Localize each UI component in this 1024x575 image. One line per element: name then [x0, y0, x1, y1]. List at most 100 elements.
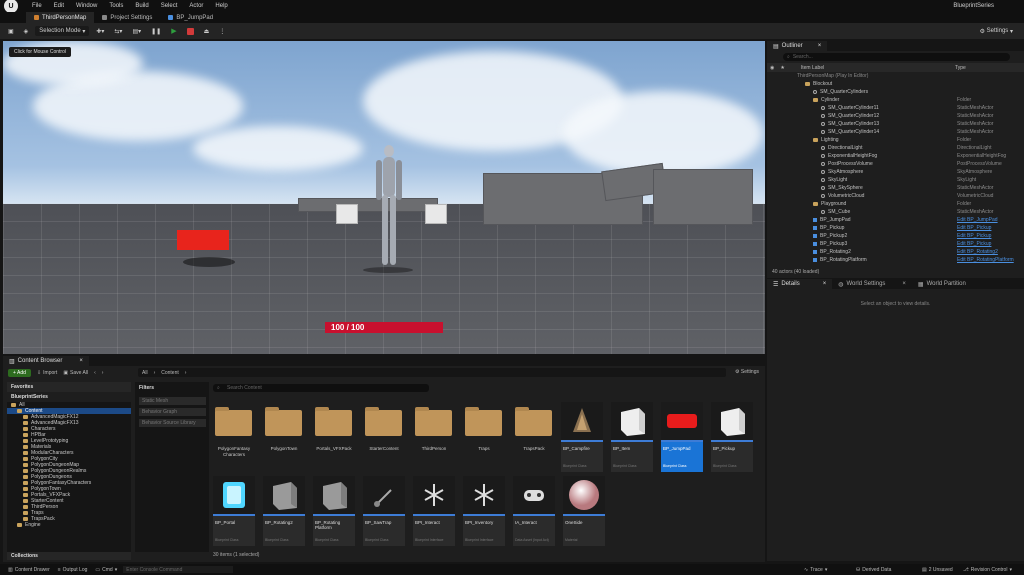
- pause-icon[interactable]: ❚❚: [148, 26, 164, 36]
- asset-tile[interactable]: BP_Rotating Platform Blueprint Class: [313, 476, 355, 546]
- back-icon[interactable]: ‹: [94, 370, 96, 376]
- folder-item[interactable]: TrapsPack: [511, 404, 557, 464]
- asset-tile[interactable]: BP_Portal Blueprint Class: [213, 476, 255, 546]
- outliner-row[interactable]: BP_Pickup Edit BP_Pickup: [767, 224, 1024, 232]
- edit-blueprint-link[interactable]: Edit BP_Pickup: [957, 233, 991, 239]
- menu-file[interactable]: File: [32, 3, 42, 9]
- close-icon[interactable]: ×: [818, 43, 822, 49]
- project-header[interactable]: BlueprintSeries: [7, 392, 131, 402]
- outliner-row[interactable]: BP_JumpPad Edit BP_JumpPad: [767, 216, 1024, 224]
- favorites-header[interactable]: Favorites: [7, 382, 131, 392]
- folder-item[interactable]: Portals_VFXPack: [311, 404, 357, 464]
- asset-tile[interactable]: BPI_Interact Blueprint Interface: [413, 476, 455, 546]
- outliner-row[interactable]: Blockout: [767, 80, 1024, 88]
- mode-icon[interactable]: ◈: [21, 26, 32, 36]
- stop-icon[interactable]: [184, 26, 197, 36]
- cinematics-icon[interactable]: ▤▾: [129, 26, 144, 36]
- more-options-icon[interactable]: ⋮: [216, 26, 228, 36]
- column-type[interactable]: Type: [955, 65, 966, 71]
- outliner-row[interactable]: SM_QuarterCylinder14 StaticMeshActor: [767, 128, 1024, 136]
- menu-help[interactable]: Help: [215, 3, 227, 9]
- asset-tile[interactable]: OneSide Material: [563, 476, 605, 546]
- menu-actor[interactable]: Actor: [189, 3, 203, 9]
- save-all-button[interactable]: ▣ Save All: [63, 370, 88, 376]
- outliner-row[interactable]: SM_QuarterCylinders: [767, 88, 1024, 96]
- edit-blueprint-link[interactable]: Edit BP_JumpPad: [957, 217, 998, 223]
- outliner-row[interactable]: ThirdPersonMap (Play In Editor): [767, 72, 1024, 80]
- tab-project-settings[interactable]: Project Settings: [94, 12, 160, 23]
- eject-icon[interactable]: ⏏: [201, 26, 213, 36]
- outliner-row[interactable]: SM_SkySphere StaticMeshActor: [767, 184, 1024, 192]
- selection-mode-dropdown[interactable]: Selection Mode ▾: [35, 26, 90, 36]
- blueprint-menu-icon[interactable]: ⇆▾: [111, 26, 125, 36]
- menu-window[interactable]: Window: [76, 3, 97, 9]
- menu-select[interactable]: Select: [161, 3, 178, 9]
- breadcrumb-all[interactable]: All: [142, 370, 148, 376]
- outliner-row[interactable]: ExponentialHeightFog ExponentialHeightFog: [767, 152, 1024, 160]
- filter-behavior-source-library[interactable]: Behavior Source Library: [139, 419, 206, 427]
- asset-tile[interactable]: BP_SawTrap Blueprint Class: [363, 476, 405, 546]
- asset-tile[interactable]: BP_JumpPad Blueprint Class: [661, 402, 703, 472]
- import-button[interactable]: ⇩ Import: [37, 370, 57, 376]
- edit-blueprint-link[interactable]: Edit BP_RotatingPlatform: [957, 257, 1014, 263]
- tab-outliner[interactable]: ▤ Outliner ×: [767, 41, 828, 51]
- settings-button[interactable]: ⚙ Settings ▾: [977, 26, 1016, 36]
- menu-tools[interactable]: Tools: [109, 3, 123, 9]
- save-icon[interactable]: ▣: [5, 26, 17, 36]
- asset-search-input[interactable]: ⌕ Search Content: [213, 384, 429, 392]
- trace-button[interactable]: ∿ Trace ▾: [804, 567, 827, 573]
- tab-bp-jumppad[interactable]: BP_JumpPad: [160, 12, 221, 23]
- cmd-dropdown[interactable]: ▭ Cmd ▾: [95, 567, 117, 573]
- folder-item[interactable]: PolygonTown: [261, 404, 307, 464]
- add-button[interactable]: + Add: [8, 369, 31, 377]
- outliner-row[interactable]: SkyAtmosphere SkyAtmosphere: [767, 168, 1024, 176]
- tab-thirdpersonmap[interactable]: ThirdPersonMap: [26, 12, 95, 23]
- folder-item[interactable]: PolygonFantasy Characters: [211, 404, 257, 464]
- asset-tile[interactable]: IA_Interact Data Asset (Input Act): [513, 476, 555, 546]
- menu-build[interactable]: Build: [135, 3, 148, 9]
- menu-edit[interactable]: Edit: [54, 3, 64, 9]
- filter-static-mesh[interactable]: Static Mesh: [139, 397, 206, 405]
- collections-header[interactable]: Collections: [7, 552, 131, 560]
- play-icon[interactable]: ▶: [168, 26, 179, 36]
- outliner-row[interactable]: SkyLight SkyLight: [767, 176, 1024, 184]
- outliner-row[interactable]: SM_QuarterCylinder11 StaticMeshActor: [767, 104, 1024, 112]
- edit-blueprint-link[interactable]: Edit BP_Pickup: [957, 225, 991, 231]
- level-viewport[interactable]: Click for Mouse Control 100 / 100: [3, 41, 765, 354]
- breadcrumb-content[interactable]: Content: [161, 370, 179, 376]
- outliner-row[interactable]: BP_Pickup2 Edit BP_Pickup: [767, 232, 1024, 240]
- unsaved-button[interactable]: ▤ 2 Unsaved: [922, 567, 953, 573]
- outliner-row[interactable]: VolumetricCloud VolumetricCloud: [767, 192, 1024, 200]
- content-drawer-button[interactable]: ▥ Content Drawer: [8, 567, 50, 573]
- asset-tile[interactable]: BP_Item Blueprint Class: [611, 402, 653, 472]
- asset-tile[interactable]: BP_Rotating2 Blueprint Class: [263, 476, 305, 546]
- close-icon[interactable]: ×: [79, 358, 83, 364]
- outliner-row[interactable]: BP_RotatingPlatform Edit BP_RotatingPlatf…: [767, 256, 1024, 264]
- content-browser-settings[interactable]: ⚙ Settings: [735, 369, 759, 375]
- column-item-label[interactable]: Item Label: [801, 65, 824, 71]
- tab-world-settings[interactable]: ◍ World Settings ×: [832, 279, 912, 289]
- tab-content-browser[interactable]: ▥ Content Browser ×: [3, 356, 89, 366]
- path-breadcrumb[interactable]: All › Content ›: [138, 368, 726, 377]
- add-actor-icon[interactable]: ✚▾: [93, 26, 107, 36]
- revision-control-button[interactable]: ⎇ Revision Control ▾: [963, 567, 1012, 573]
- derived-data-button[interactable]: ⛁ Derived Data: [856, 567, 891, 573]
- eye-icon[interactable]: ◉: [770, 65, 774, 71]
- folder-item[interactable]: Traps: [461, 404, 507, 464]
- outliner-row[interactable]: BP_Pickup3 Edit BP_Pickup: [767, 240, 1024, 248]
- outliner-row[interactable]: Cylinder Folder: [767, 96, 1024, 104]
- star-icon[interactable]: ★: [780, 65, 784, 71]
- outliner-row[interactable]: Playground Folder: [767, 200, 1024, 208]
- filter-behavior-graph[interactable]: Behavior Graph: [139, 408, 206, 416]
- close-icon[interactable]: ×: [902, 281, 906, 287]
- outliner-row[interactable]: BP_Rotating2 Edit BP_Rotating2: [767, 248, 1024, 256]
- outliner-row[interactable]: SM_QuarterCylinder12 StaticMeshActor: [767, 112, 1024, 120]
- outliner-row[interactable]: Lighting Folder: [767, 136, 1024, 144]
- console-command-input[interactable]: Enter Console Command: [123, 566, 234, 573]
- asset-tile[interactable]: BPI_Inventory Blueprint Interface: [463, 476, 505, 546]
- edit-blueprint-link[interactable]: Edit BP_Rotating2: [957, 249, 998, 255]
- forward-icon[interactable]: ›: [102, 370, 104, 376]
- close-icon[interactable]: ×: [823, 281, 827, 287]
- outliner-row[interactable]: PostProcessVolume PostProcessVolume: [767, 160, 1024, 168]
- asset-tile[interactable]: BP_Campfire Blueprint Class: [561, 402, 603, 472]
